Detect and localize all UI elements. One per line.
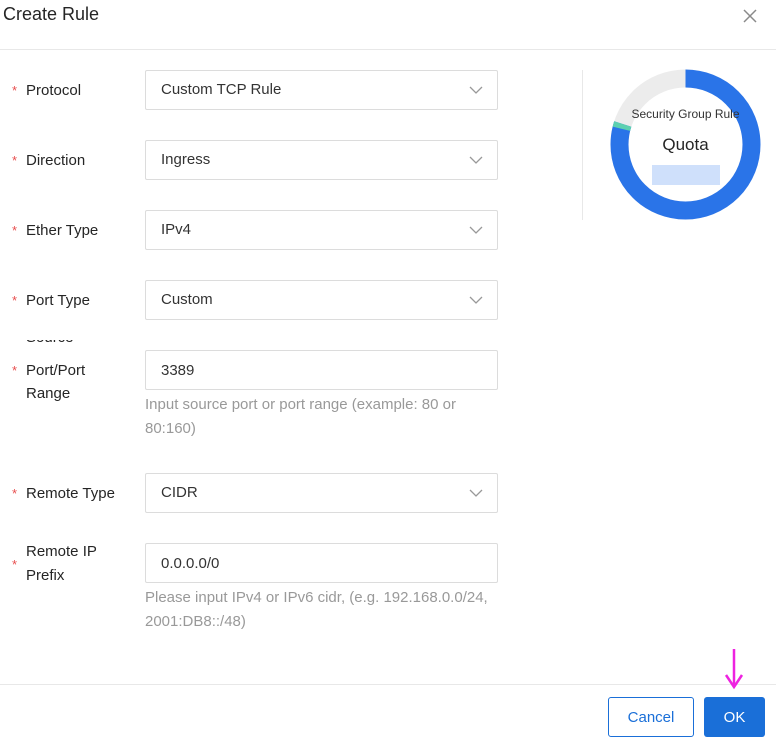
source-port-label-line3: Range bbox=[26, 385, 71, 402]
chevron-down-icon bbox=[469, 489, 483, 497]
close-button[interactable] bbox=[739, 5, 761, 27]
close-icon bbox=[743, 9, 757, 23]
port-type-select[interactable]: Custom bbox=[145, 280, 498, 320]
direction-select[interactable]: Ingress bbox=[145, 140, 498, 180]
dialog-title: Create Rule bbox=[3, 4, 100, 24]
chevron-down-icon bbox=[469, 86, 483, 94]
quota-title: Quota bbox=[662, 135, 709, 154]
chevron-down-icon bbox=[469, 156, 483, 164]
protocol-select[interactable]: Custom TCP Rule bbox=[145, 70, 498, 110]
protocol-label: Protocol bbox=[26, 82, 82, 99]
remote-ip-label-line2: Prefix bbox=[26, 567, 65, 584]
remote-type-value: CIDR bbox=[161, 484, 198, 501]
required-mark: * bbox=[12, 293, 18, 308]
chevron-down-icon bbox=[469, 296, 483, 304]
chevron-down-icon bbox=[469, 226, 483, 234]
create-rule-dialog: Create Rule * Protocol Custom TCP Rule *… bbox=[0, 0, 776, 741]
cancel-button[interactable]: Cancel bbox=[608, 697, 694, 737]
required-mark: * bbox=[12, 83, 18, 98]
remote-ip-input[interactable] bbox=[145, 543, 498, 583]
panel-divider bbox=[582, 70, 583, 220]
source-port-hint-line2: 80:160) bbox=[145, 420, 196, 437]
source-port-hint: Input source port or port range (example… bbox=[145, 393, 485, 441]
ether-type-select[interactable]: IPv4 bbox=[145, 210, 498, 250]
source-port-input[interactable] bbox=[145, 350, 498, 390]
ether-type-label: Ether Type bbox=[26, 222, 99, 239]
protocol-value: Custom TCP Rule bbox=[161, 81, 282, 98]
required-mark: * bbox=[12, 557, 18, 572]
remote-type-select[interactable]: CIDR bbox=[145, 473, 498, 513]
required-mark: * bbox=[12, 153, 18, 168]
dialog-header: Create Rule bbox=[0, 0, 776, 50]
remote-ip-hint-line2: 2001:DB8::/48) bbox=[145, 613, 246, 630]
required-mark: * bbox=[12, 363, 18, 378]
source-port-label-line2: Port/Port bbox=[26, 362, 86, 379]
quota-value-placeholder bbox=[652, 165, 720, 185]
required-mark: * bbox=[12, 486, 18, 501]
direction-value: Ingress bbox=[161, 151, 211, 168]
port-type-value: Custom bbox=[161, 291, 213, 308]
required-mark: * bbox=[12, 223, 18, 238]
port-type-label: Port Type bbox=[26, 292, 90, 309]
remote-ip-hint-line1: Please input IPv4 or IPv6 cidr, (e.g. 19… bbox=[145, 589, 488, 606]
source-port-label-line1: Source bbox=[26, 340, 74, 349]
source-port-hint-line1: Input source port or port range (example… bbox=[145, 396, 457, 413]
ok-button[interactable]: OK bbox=[704, 697, 765, 737]
remote-ip-label-line1: Remote IP bbox=[26, 543, 97, 560]
source-port-label-clip: Source bbox=[26, 340, 136, 350]
ether-type-value: IPv4 bbox=[161, 221, 192, 238]
direction-label: Direction bbox=[26, 152, 86, 169]
remote-ip-hint: Please input IPv4 or IPv6 cidr, (e.g. 19… bbox=[145, 586, 505, 634]
quota-subtitle: Security Group Rule bbox=[631, 107, 740, 121]
arrow-down-icon bbox=[724, 649, 744, 690]
remote-type-label: Remote Type bbox=[26, 485, 115, 502]
